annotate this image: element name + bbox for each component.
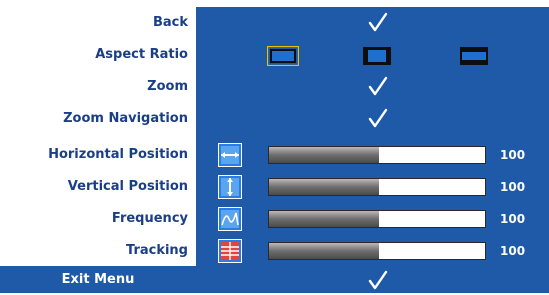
menu-row-aspect-ratio[interactable]: Aspect Ratio xyxy=(0,39,549,71)
exit-menu-row[interactable]: Exit Menu xyxy=(0,266,549,293)
frequency-icon xyxy=(218,207,242,231)
tracking-slider[interactable] xyxy=(268,242,486,260)
menu-row-zoom-navigation[interactable]: Zoom Navigation xyxy=(0,103,549,135)
aspect-ratio-original-icon[interactable] xyxy=(266,45,300,67)
slider-value: 100 xyxy=(500,180,526,194)
checkmark-icon[interactable] xyxy=(368,11,388,33)
osd-menu: Back Aspect Ratio Zoom Zoom Navigation H… xyxy=(0,0,549,293)
slider-value: 100 xyxy=(500,148,526,162)
horizontal-position-icon xyxy=(218,143,242,167)
menu-label: Aspect Ratio xyxy=(95,47,188,62)
aspect-ratio-4-3-icon[interactable] xyxy=(362,46,392,66)
checkmark-icon[interactable] xyxy=(368,107,388,129)
menu-row-back[interactable]: Back xyxy=(0,7,549,39)
frequency-slider[interactable] xyxy=(268,210,486,228)
vertical-position-icon xyxy=(218,175,242,199)
slider-fill xyxy=(269,179,380,195)
horizontal-position-slider[interactable] xyxy=(268,146,486,164)
menu-label: Vertical Position xyxy=(67,179,188,194)
menu-row-vertical-position[interactable]: Vertical Position 100 xyxy=(0,171,549,203)
menu-label: Tracking xyxy=(126,243,188,258)
menu-label: Zoom xyxy=(147,79,188,94)
menu-row-zoom[interactable]: Zoom xyxy=(0,71,549,103)
slider-value: 100 xyxy=(500,244,526,258)
menu-label: Frequency xyxy=(111,211,188,226)
vertical-position-slider[interactable] xyxy=(268,178,486,196)
slider-value: 100 xyxy=(500,212,526,226)
aspect-ratio-wide-icon[interactable] xyxy=(459,46,489,66)
tracking-icon xyxy=(218,239,242,263)
menu-row-tracking[interactable]: Tracking 100 xyxy=(0,235,549,267)
checkmark-icon[interactable] xyxy=(368,269,388,291)
menu-row-horizontal-position[interactable]: Horizontal Position 100 xyxy=(0,139,549,171)
menu-row-frequency[interactable]: Frequency 100 xyxy=(0,203,549,235)
slider-fill xyxy=(269,243,380,259)
menu-label: Horizontal Position xyxy=(48,147,188,162)
slider-fill xyxy=(269,147,380,163)
checkmark-icon[interactable] xyxy=(368,75,388,97)
exit-menu-label: Exit Menu xyxy=(61,272,135,287)
slider-fill xyxy=(269,211,380,227)
menu-label: Zoom Navigation xyxy=(63,111,188,126)
menu-label: Back xyxy=(152,15,188,30)
